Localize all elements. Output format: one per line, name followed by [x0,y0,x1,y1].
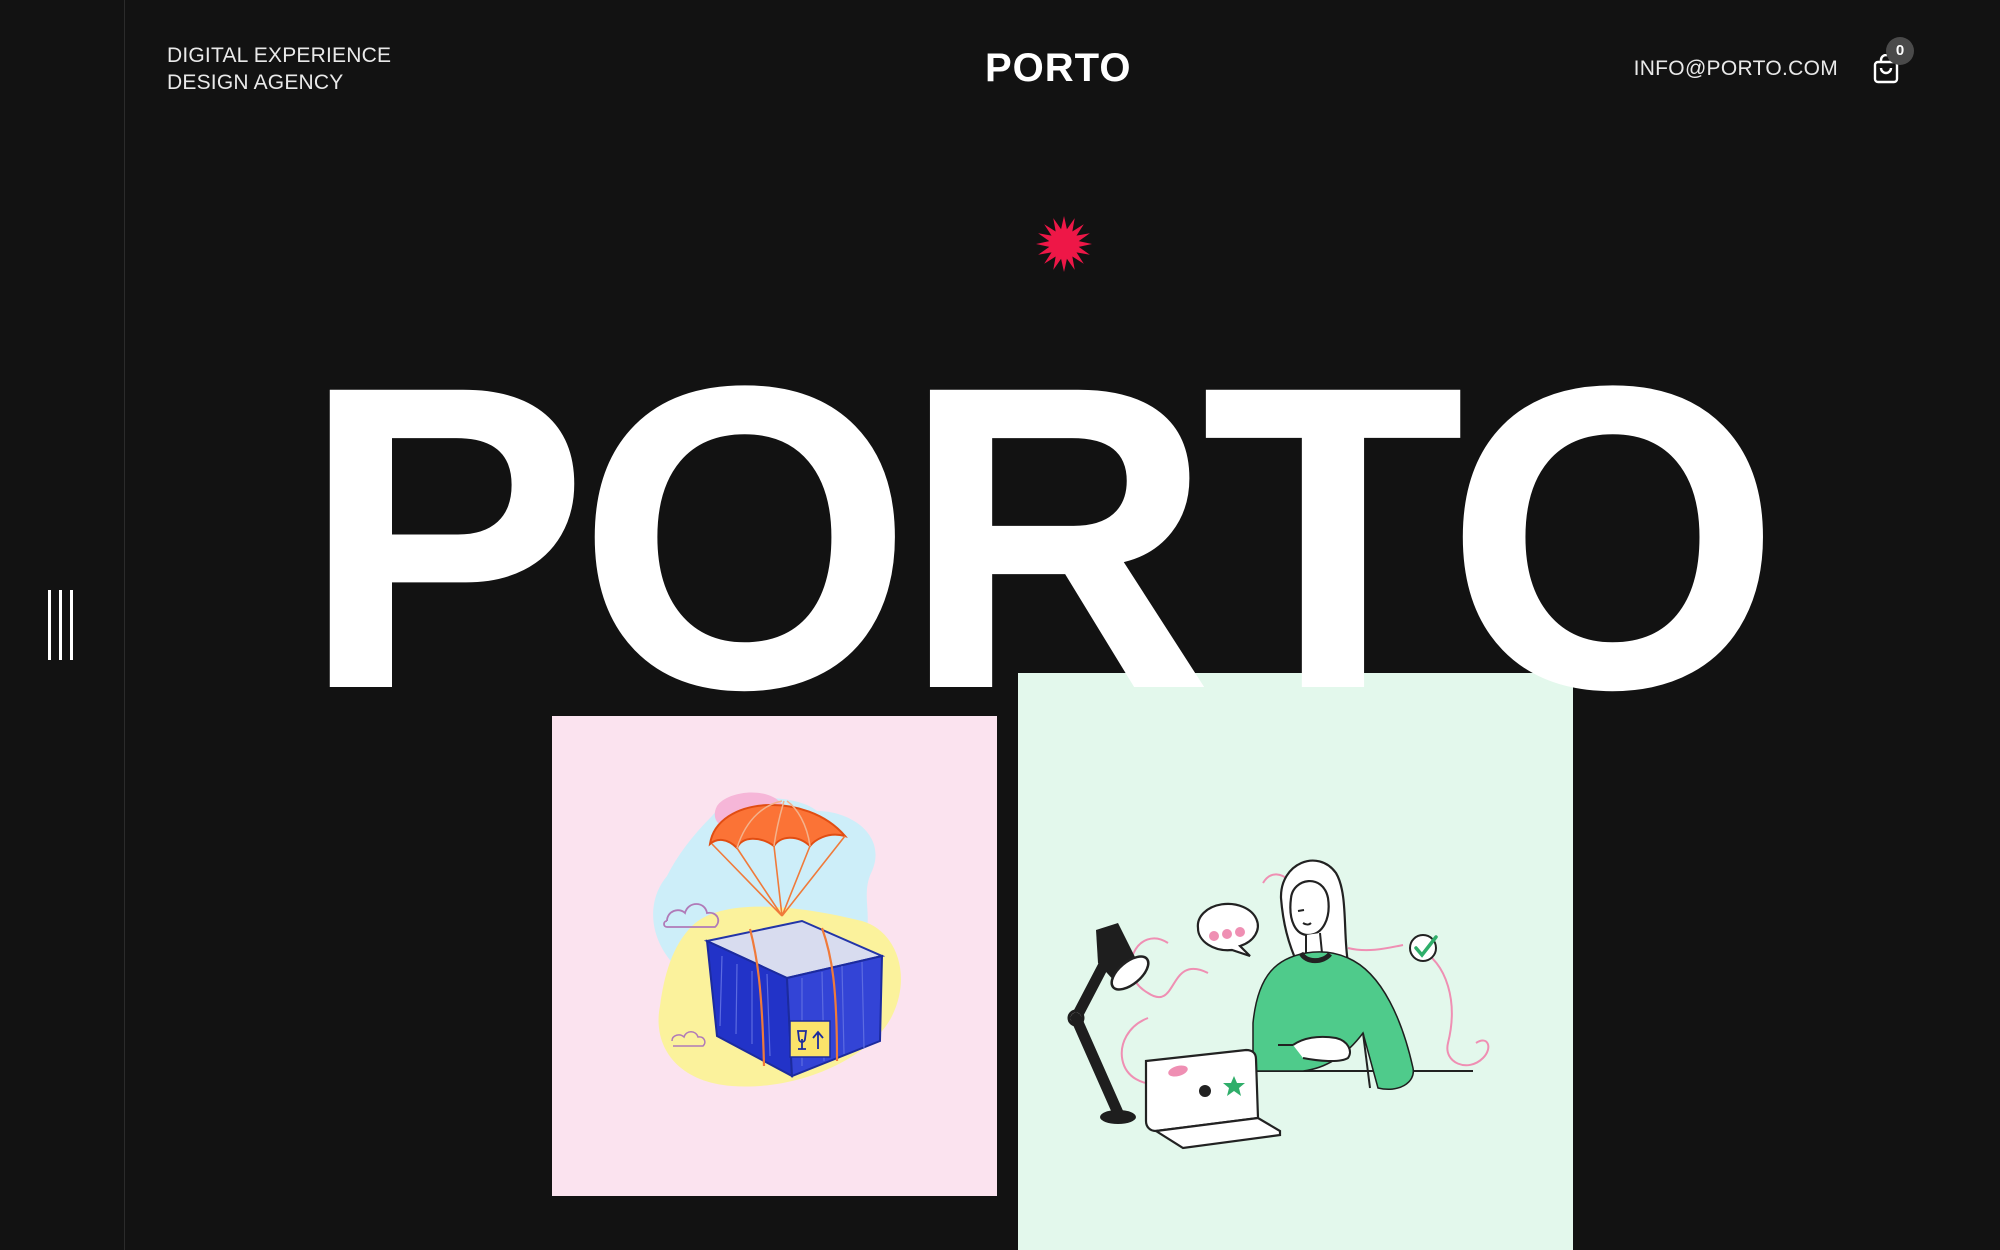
starburst-icon [1036,216,1092,272]
illustration-card-delivery[interactable] [552,716,997,1196]
email-link[interactable]: INFO@PORTO.COM [1634,56,1838,82]
tagline-line-1: DIGITAL EXPERIENCE [167,44,392,67]
agency-tagline: DIGITAL EXPERIENCE DESIGN AGENCY [167,42,391,96]
brand-logo[interactable]: PORTO [985,44,1132,92]
parachute-box-illustration [653,792,901,1087]
cart-count-badge: 0 [1886,37,1914,65]
page: DIGITAL EXPERIENCE DESIGN AGENCY PORTO I… [0,0,2000,1250]
hero-title: PORTO [300,296,1781,779]
tagline-line-2: DESIGN AGENCY [167,71,344,94]
